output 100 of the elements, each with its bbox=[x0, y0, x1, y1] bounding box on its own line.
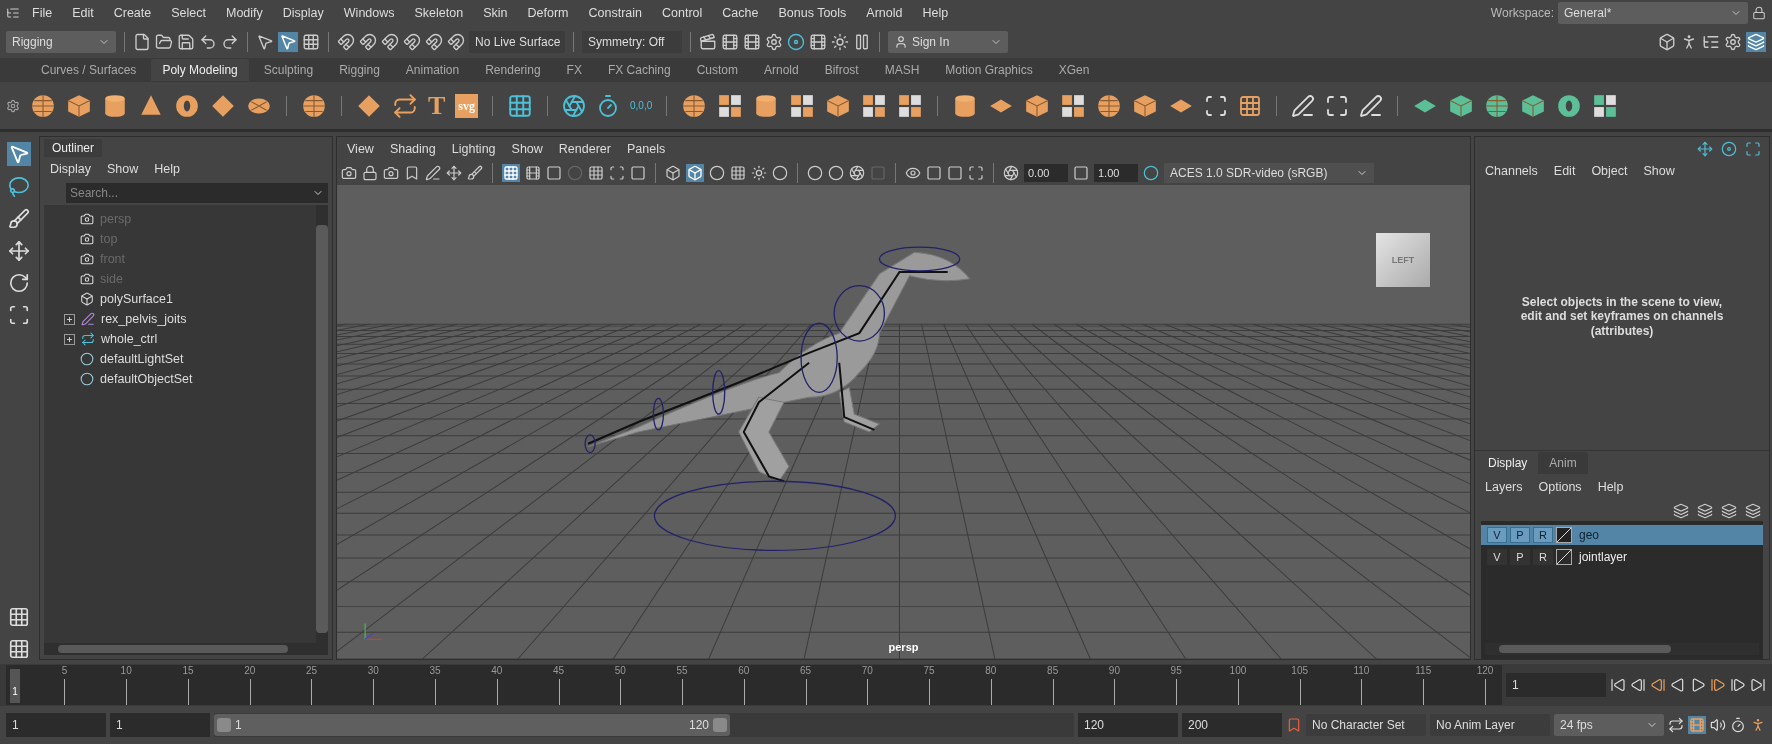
time-slider[interactable]: 5 10 15 20 25 30 35 40 45 50 55 60 65 70 75 80 85 90 95 100 105 110 115 120 1 bbox=[6, 665, 1502, 705]
outliner-item[interactable]: rex_pelvis_joits bbox=[101, 312, 187, 326]
text-tool-button[interactable]: T bbox=[428, 92, 446, 119]
menu-item[interactable]: View bbox=[339, 142, 382, 156]
torus-icon[interactable] bbox=[1556, 92, 1583, 119]
timer-icon[interactable] bbox=[596, 93, 620, 118]
anim-layer-dropdown[interactable]: No Anim Layer bbox=[1430, 714, 1550, 736]
light-icon[interactable] bbox=[831, 33, 849, 51]
start-frame-field[interactable]: 1 bbox=[6, 713, 106, 737]
sphere-icon[interactable] bbox=[30, 92, 56, 119]
pen-icon[interactable] bbox=[1359, 93, 1384, 118]
sphere-icon[interactable] bbox=[301, 92, 327, 119]
lasso-icon[interactable] bbox=[8, 176, 30, 198]
exposure-field[interactable]: 0.00 bbox=[1024, 164, 1068, 182]
menu-item[interactable]: Help bbox=[1589, 480, 1632, 495]
grid-icon[interactable] bbox=[1592, 92, 1619, 119]
cube-icon[interactable] bbox=[1520, 92, 1547, 119]
move-icon[interactable] bbox=[8, 240, 30, 262]
folder-icon[interactable] bbox=[155, 33, 173, 51]
menu-item[interactable]: Deform bbox=[519, 6, 577, 20]
scrollbar[interactable] bbox=[1485, 643, 1759, 655]
menu-item[interactable]: Channels bbox=[1477, 164, 1546, 178]
frame-icon[interactable] bbox=[1204, 93, 1229, 118]
menu-item[interactable]: Bonus Tools bbox=[770, 6, 855, 20]
end-frame-field[interactable]: 200 bbox=[1182, 713, 1282, 737]
live-surface-field[interactable]: No Live Surface bbox=[469, 31, 565, 53]
menu-item[interactable]: Help bbox=[146, 162, 188, 176]
menu-item[interactable]: Select bbox=[163, 6, 214, 20]
character-set-dropdown[interactable]: No Character Set bbox=[1306, 714, 1426, 736]
outliner-item[interactable]: polySurface1 bbox=[100, 292, 173, 306]
expand-icon[interactable] bbox=[64, 333, 75, 345]
layer-toggle[interactable]: P bbox=[1510, 527, 1530, 544]
snap-icon[interactable] bbox=[381, 33, 399, 51]
paint-icon[interactable] bbox=[467, 165, 483, 181]
snap-icon[interactable] bbox=[403, 33, 421, 51]
range-slider[interactable]: 1 120 bbox=[214, 713, 1074, 737]
playback-end-field[interactable]: 120 bbox=[1078, 713, 1178, 737]
pen-icon[interactable] bbox=[425, 165, 441, 181]
camera-icon[interactable] bbox=[80, 252, 94, 266]
channel-box-button[interactable] bbox=[1746, 32, 1766, 52]
grid-icon[interactable] bbox=[789, 92, 816, 119]
lock-icon[interactable] bbox=[1752, 6, 1766, 20]
menu-item[interactable]: Edit bbox=[64, 6, 102, 20]
film-gate-icon[interactable] bbox=[525, 165, 541, 181]
search-field[interactable]: Search... bbox=[66, 183, 328, 203]
menu-item[interactable]: Edit bbox=[1545, 164, 1584, 178]
layer-row[interactable]: V P R geo bbox=[1481, 525, 1763, 546]
fps-dropdown[interactable]: 24 fps bbox=[1554, 714, 1664, 736]
menu-item[interactable]: Shading bbox=[381, 142, 444, 156]
settings-icon[interactable] bbox=[6, 98, 20, 113]
bookmark-icon[interactable] bbox=[1286, 717, 1302, 733]
bookmark-icon[interactable] bbox=[404, 165, 420, 181]
layer-toggle[interactable]: R bbox=[1533, 549, 1553, 566]
redo-icon[interactable] bbox=[221, 33, 239, 51]
cube-icon[interactable] bbox=[66, 92, 92, 119]
menu-item[interactable]: Windows bbox=[335, 6, 403, 20]
sphere-icon[interactable] bbox=[1096, 92, 1123, 119]
play-icon[interactable] bbox=[1690, 677, 1706, 693]
cube-icon[interactable] bbox=[825, 92, 852, 119]
current-frame-field[interactable]: 1 bbox=[1506, 673, 1606, 697]
undo-icon[interactable] bbox=[199, 33, 217, 51]
snap-icon[interactable] bbox=[359, 33, 377, 51]
menu-item[interactable]: Help bbox=[914, 6, 957, 20]
viewport[interactable]: LEFT persp bbox=[337, 185, 1470, 659]
step-forward-icon[interactable] bbox=[1730, 677, 1746, 693]
playback-start-field[interactable]: 1 bbox=[110, 713, 210, 737]
select-mode-button[interactable] bbox=[278, 32, 298, 52]
camera-icon[interactable] bbox=[80, 272, 94, 286]
menu-item[interactable]: Display bbox=[42, 162, 99, 176]
menu-item[interactable]: Create bbox=[105, 6, 160, 20]
layer-toggle[interactable]: V bbox=[1487, 549, 1507, 566]
menu-item[interactable]: Show bbox=[99, 162, 147, 176]
lighting-icon[interactable] bbox=[751, 165, 767, 181]
select-tool-button[interactable] bbox=[7, 142, 31, 166]
current-frame-marker[interactable]: 1 bbox=[10, 669, 20, 703]
grid-icon[interactable] bbox=[861, 92, 888, 119]
outliner-item[interactable]: whole_ctrl bbox=[101, 332, 158, 346]
range-handle[interactable] bbox=[713, 718, 727, 732]
menu-item[interactable]: Lighting bbox=[443, 142, 504, 156]
disc-icon[interactable] bbox=[1721, 141, 1737, 157]
cylinder-icon[interactable] bbox=[102, 92, 128, 119]
menu-item[interactable]: Renderer bbox=[550, 142, 619, 156]
go-to-end-icon[interactable] bbox=[1750, 677, 1766, 693]
scrollbar[interactable] bbox=[44, 643, 328, 655]
menu-item[interactable]: Skin bbox=[475, 6, 516, 20]
camera-icon[interactable] bbox=[80, 212, 94, 226]
wireframe-icon[interactable] bbox=[665, 165, 681, 181]
camera-icon[interactable] bbox=[383, 165, 399, 181]
menu-item[interactable]: Layers bbox=[1477, 480, 1531, 495]
pause-icon[interactable] bbox=[853, 33, 871, 51]
layer-toggle[interactable]: P bbox=[1510, 549, 1530, 566]
window-grid-icon[interactable] bbox=[507, 92, 533, 119]
outliner-item[interactable]: defaultObjectSet bbox=[100, 372, 193, 386]
go-to-start-icon[interactable] bbox=[1610, 677, 1626, 693]
previous-key-icon[interactable] bbox=[1650, 677, 1666, 693]
camera-icon[interactable] bbox=[80, 232, 94, 246]
grid-toggle-button[interactable] bbox=[502, 164, 520, 182]
cube-icon[interactable] bbox=[1448, 92, 1475, 119]
outliner-item[interactable]: defaultLightSet bbox=[100, 352, 184, 366]
loop-icon[interactable] bbox=[1668, 717, 1684, 733]
